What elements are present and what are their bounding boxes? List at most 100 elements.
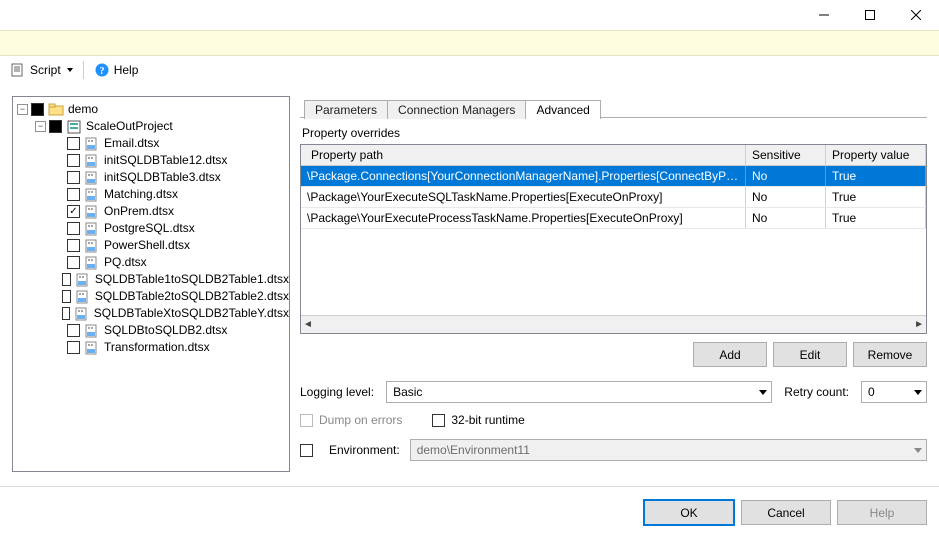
tree-checkbox[interactable] [67, 137, 80, 150]
script-button[interactable]: Script [6, 60, 77, 80]
table-row[interactable]: \Package\YourExecuteProcessTaskName.Prop… [301, 208, 926, 229]
tree-package-label[interactable]: SQLDBTableXtoSQLDB2TableY.dtsx [94, 305, 289, 322]
tree-checkbox[interactable] [67, 188, 80, 201]
close-button[interactable] [893, 0, 939, 30]
tree-package-label[interactable]: SQLDBTable2toSQLDB2Table2.dtsx [95, 288, 289, 305]
tree-checkbox[interactable] [67, 154, 80, 167]
folder-icon [48, 102, 64, 118]
svg-text:?: ? [99, 66, 104, 77]
tree-root-label: demo [68, 101, 98, 118]
retry-count-select[interactable]: 0 [861, 381, 927, 403]
tree-checkbox[interactable] [62, 307, 70, 320]
package-icon [84, 136, 100, 152]
tree-package-label[interactable]: initSQLDBTable3.dtsx [104, 169, 221, 186]
tree-spacer [53, 325, 64, 336]
tree-package-label[interactable]: SQLDBTable1toSQLDB2Table1.dtsx [95, 271, 289, 288]
tree-package-label[interactable]: initSQLDBTable12.dtsx [104, 152, 227, 169]
environment-value: demo\Environment11 [417, 443, 530, 457]
chevron-down-icon [759, 390, 767, 395]
package-tree[interactable]: − demo − Sca [12, 96, 290, 472]
tree-checkbox[interactable] [67, 205, 80, 218]
script-dropdown-icon [67, 68, 73, 72]
table-row[interactable]: \Package.Connections[YourConnectionManag… [301, 166, 926, 187]
property-overrides-grid[interactable]: Property path Sensitive Property value \… [300, 144, 927, 334]
tree-checkbox[interactable] [67, 341, 80, 354]
tree-spacer [53, 342, 64, 353]
tab-parameters[interactable]: Parameters [304, 100, 388, 119]
cell-property-value: True [826, 208, 926, 228]
tab-advanced[interactable]: Advanced [525, 100, 600, 119]
tree-package-label[interactable]: PostgreSQL.dtsx [104, 220, 195, 237]
help-button[interactable]: ? Help [90, 60, 143, 80]
tree-checkbox[interactable] [49, 120, 62, 133]
logging-level-value: Basic [393, 385, 422, 399]
toolbar: Script ? Help [0, 56, 939, 84]
toolbar-separator [83, 61, 84, 79]
tree-package-label[interactable]: PowerShell.dtsx [104, 237, 190, 254]
package-icon [84, 221, 100, 237]
cell-sensitive: No [746, 166, 826, 186]
scroll-left-icon[interactable]: ◄ [303, 319, 313, 330]
tree-package-label[interactable]: PQ.dtsx [104, 254, 147, 271]
collapse-icon[interactable]: − [17, 104, 28, 115]
info-bar [0, 30, 939, 56]
cell-sensitive: No [746, 187, 826, 207]
environment-checkbox[interactable] [300, 444, 313, 457]
logging-level-select[interactable]: Basic [386, 381, 772, 403]
table-row[interactable]: \Package\YourExecuteSQLTaskName.Properti… [301, 187, 926, 208]
retry-count-value: 0 [868, 385, 875, 399]
dialog-footer: OK Cancel Help [0, 487, 939, 538]
script-icon [10, 62, 26, 78]
scroll-right-icon[interactable]: ► [914, 319, 924, 330]
tree-checkbox[interactable] [62, 273, 70, 286]
minimize-button[interactable] [801, 0, 847, 30]
ok-button[interactable]: OK [643, 499, 735, 526]
package-icon [84, 170, 100, 186]
script-label: Script [30, 63, 61, 77]
package-icon [74, 306, 90, 322]
tree-package-label[interactable]: Email.dtsx [104, 135, 159, 152]
remove-button[interactable]: Remove [853, 342, 927, 367]
package-icon [84, 255, 100, 271]
runtime-32bit-checkbox[interactable] [432, 414, 445, 427]
col-property-path[interactable]: Property path [301, 145, 746, 165]
tree-checkbox[interactable] [67, 171, 80, 184]
tree-project-label: ScaleOutProject [86, 118, 173, 135]
package-icon [84, 153, 100, 169]
cancel-button[interactable]: Cancel [741, 500, 831, 525]
package-icon [84, 187, 100, 203]
tree-checkbox[interactable] [67, 324, 80, 337]
tree-checkbox[interactable] [67, 239, 80, 252]
tree-spacer [53, 274, 59, 285]
tree-package-label[interactable]: Matching.dtsx [104, 186, 178, 203]
tree-checkbox[interactable] [67, 256, 80, 269]
maximize-button[interactable] [847, 0, 893, 30]
package-icon [75, 272, 91, 288]
package-icon [84, 340, 100, 356]
col-property-value[interactable]: Property value [826, 145, 926, 165]
tree-spacer [53, 308, 59, 319]
environment-select: demo\Environment11 [410, 439, 927, 461]
horizontal-scrollbar[interactable]: ◄ ► [301, 315, 926, 333]
tree-spacer [53, 223, 64, 234]
cell-property-value: True [826, 187, 926, 207]
col-sensitive[interactable]: Sensitive [746, 145, 826, 165]
help-button-footer[interactable]: Help [837, 500, 927, 525]
runtime-32bit-label: 32-bit runtime [451, 413, 524, 427]
edit-button[interactable]: Edit [773, 342, 847, 367]
tab-connection-managers[interactable]: Connection Managers [387, 100, 526, 119]
tree-checkbox[interactable] [31, 103, 44, 116]
tree-checkbox[interactable] [67, 222, 80, 235]
tree-package-label[interactable]: OnPrem.dtsx [104, 203, 174, 220]
tree-spacer [53, 257, 64, 268]
tree-spacer [53, 206, 64, 217]
grid-header: Property path Sensitive Property value [301, 145, 926, 166]
tree-package-label[interactable]: SQLDBtoSQLDB2.dtsx [104, 322, 227, 339]
collapse-icon[interactable]: − [35, 121, 46, 132]
tree-checkbox[interactable] [62, 290, 70, 303]
chevron-down-icon [914, 448, 922, 453]
package-icon [75, 289, 91, 305]
add-button[interactable]: Add [693, 342, 767, 367]
environment-label: Environment: [329, 443, 400, 457]
tree-package-label[interactable]: Transformation.dtsx [104, 339, 210, 356]
